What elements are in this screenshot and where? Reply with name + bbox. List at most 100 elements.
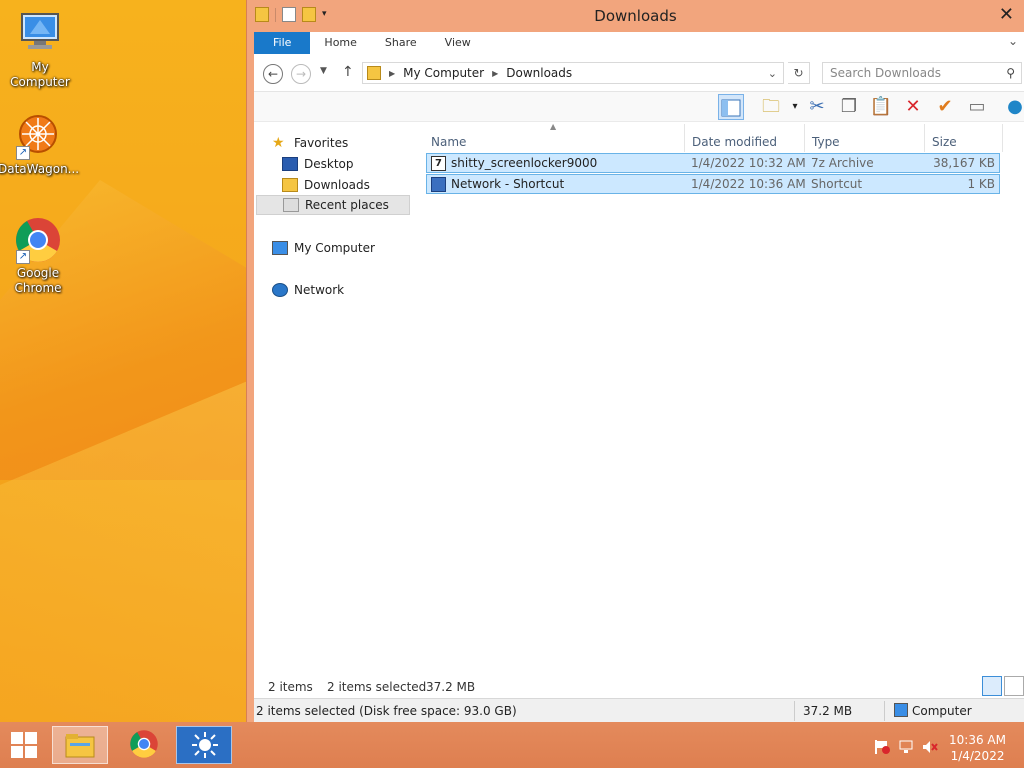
recent-locations-chevron-icon[interactable]: ▼ bbox=[320, 66, 327, 76]
search-input[interactable]: Search Downloads ⚲ bbox=[822, 62, 1022, 84]
breadcrumb-my-computer[interactable]: My Computer bbox=[403, 66, 484, 80]
computer-icon bbox=[16, 10, 64, 58]
sort-ascending-icon: ▲ bbox=[550, 122, 557, 131]
star-icon: ★ bbox=[272, 135, 285, 151]
cut-icon[interactable]: ✂ bbox=[804, 94, 830, 120]
tab-share[interactable]: Share bbox=[371, 32, 431, 54]
nav-downloads[interactable]: Downloads bbox=[282, 175, 370, 195]
large-icons-view-icon[interactable] bbox=[1004, 676, 1024, 696]
action-center-flag-icon[interactable] bbox=[874, 740, 890, 754]
nav-label: Recent places bbox=[305, 198, 389, 212]
start-button[interactable] bbox=[0, 726, 48, 764]
column-name[interactable]: Name bbox=[431, 135, 466, 149]
tab-home[interactable]: Home bbox=[310, 32, 370, 54]
shortcut-arrow-icon: ↗ bbox=[16, 250, 30, 264]
window-title: Downloads bbox=[594, 7, 677, 25]
preview-pane-icon[interactable] bbox=[718, 94, 744, 120]
close-icon[interactable]: ✕ bbox=[999, 4, 1014, 25]
file-explorer-icon bbox=[65, 734, 95, 758]
volume-muted-icon[interactable] bbox=[922, 740, 938, 754]
navigation-pane: ★ Favorites Desktop Downloads Recent pla… bbox=[254, 124, 419, 674]
paste-icon[interactable]: 📋 bbox=[868, 94, 894, 120]
chevron-down-icon[interactable]: ⌄ bbox=[1008, 34, 1018, 48]
sun-icon bbox=[192, 732, 218, 758]
column-size[interactable]: Size bbox=[932, 135, 957, 149]
taskbar-clock[interactable]: 10:36 AM 1/4/2022 bbox=[949, 732, 1006, 764]
column-divider[interactable] bbox=[924, 124, 925, 152]
explorer-window: ▾ Downloads ✕ File Home Share View ⌄ ← →… bbox=[246, 0, 1024, 722]
details-text: 2 items selected (Disk free space: 93.0 … bbox=[256, 704, 517, 718]
status-bar: 2 items 2 items selected 37.2 MB bbox=[254, 676, 1024, 698]
nav-recent-places[interactable]: Recent places bbox=[256, 195, 410, 215]
nav-label: Desktop bbox=[304, 157, 354, 171]
computer-icon bbox=[894, 703, 908, 717]
details-size: 37.2 MB bbox=[803, 704, 853, 718]
nav-network[interactable]: Network bbox=[272, 280, 344, 300]
datawagon-icon: ↗ bbox=[14, 112, 62, 160]
chevron-right-icon[interactable]: ▶ bbox=[492, 69, 498, 78]
search-icon[interactable]: ⚲ bbox=[1006, 63, 1015, 83]
refresh-button[interactable]: ↻ bbox=[788, 62, 810, 84]
taskbar-chrome[interactable] bbox=[116, 726, 172, 764]
file-date: 1/4/2022 10:36 AM bbox=[691, 177, 806, 191]
selected-size: 37.2 MB bbox=[426, 680, 476, 694]
copy-icon[interactable]: ❐ bbox=[836, 94, 862, 120]
taskbar-file-explorer[interactable] bbox=[52, 726, 108, 764]
file-size: 1 KB bbox=[967, 177, 995, 191]
column-type[interactable]: Type bbox=[812, 135, 840, 149]
rename-icon[interactable]: ▭ bbox=[964, 94, 990, 120]
computer-icon bbox=[272, 241, 288, 255]
forward-button[interactable]: → bbox=[291, 64, 311, 84]
selected-count: 2 items selected bbox=[327, 680, 427, 694]
command-toolbar: 🗀 ▾ ✂ ❐ 📋 ✕ ✔ ▭ ● bbox=[254, 92, 1024, 122]
search-placeholder: Search Downloads bbox=[830, 66, 941, 80]
desktop-icon-google-chrome[interactable]: ↗ Google Chrome bbox=[0, 216, 78, 296]
up-arrow-icon[interactable]: ↑ bbox=[342, 64, 354, 80]
address-bar[interactable]: ▶ My Computer ▶ Downloads ⌄ bbox=[362, 62, 784, 84]
delete-icon[interactable]: ✕ bbox=[900, 94, 926, 120]
nav-label: Network bbox=[294, 283, 345, 297]
taskbar-app[interactable] bbox=[176, 726, 232, 764]
desktop-icon-my-computer[interactable]: My Computer bbox=[0, 10, 80, 90]
file-name: shitty_screenlocker9000 bbox=[451, 156, 598, 170]
tab-view[interactable]: View bbox=[431, 32, 485, 54]
title-bar[interactable]: ▾ Downloads ✕ bbox=[247, 0, 1024, 32]
explorer-content: ← → ▼ ↑ ▶ My Computer ▶ Downloads ⌄ ↻ Se… bbox=[254, 54, 1024, 722]
details-location: Computer bbox=[912, 704, 972, 718]
back-button[interactable]: ← bbox=[263, 64, 283, 84]
column-divider[interactable] bbox=[1002, 124, 1003, 152]
desktop-icon-datawagon[interactable]: ↗ DataWagon... bbox=[0, 112, 79, 177]
desktop-icon bbox=[282, 157, 298, 171]
file-name: Network - Shortcut bbox=[451, 177, 565, 191]
nav-my-computer[interactable]: My Computer bbox=[272, 238, 375, 258]
address-row: ← → ▼ ↑ ▶ My Computer ▶ Downloads ⌄ ↻ Se… bbox=[254, 54, 1024, 92]
folder-options-icon[interactable]: 🗀 bbox=[758, 94, 784, 120]
table-row[interactable]: Network - Shortcut 1/4/2022 10:36 AM Sho… bbox=[426, 174, 1000, 194]
column-divider[interactable] bbox=[684, 124, 685, 152]
chevron-down-icon[interactable]: ⌄ bbox=[768, 67, 777, 80]
file-date: 1/4/2022 10:32 AM bbox=[691, 156, 806, 170]
divider bbox=[884, 701, 885, 721]
nav-favorites[interactable]: ★ Favorites bbox=[272, 133, 348, 153]
chevron-right-icon[interactable]: ▶ bbox=[389, 69, 395, 78]
downloads-folder-icon bbox=[367, 66, 381, 80]
nav-desktop[interactable]: Desktop bbox=[282, 154, 354, 174]
clock-date: 1/4/2022 bbox=[950, 749, 1005, 763]
table-row[interactable]: 7 shitty_screenlocker9000 1/4/2022 10:32… bbox=[426, 153, 1000, 173]
divider bbox=[794, 701, 795, 721]
checkmark-icon[interactable]: ✔ bbox=[932, 94, 958, 120]
file-list: ▲ Name Date modified Type Size 7 shitty_… bbox=[426, 122, 1024, 674]
network-status-icon[interactable] bbox=[898, 740, 914, 754]
chrome-icon: ↗ bbox=[14, 216, 62, 264]
column-divider[interactable] bbox=[804, 124, 805, 152]
breadcrumb-downloads[interactable]: Downloads bbox=[506, 66, 572, 80]
column-date-modified[interactable]: Date modified bbox=[692, 135, 777, 149]
nav-label: Downloads bbox=[304, 178, 370, 192]
nav-label: My Computer bbox=[294, 241, 375, 255]
details-bar: 2 items selected (Disk free space: 93.0 … bbox=[254, 698, 1024, 722]
details-view-icon[interactable] bbox=[982, 676, 1002, 696]
tab-file[interactable]: File bbox=[254, 32, 311, 54]
recent-places-icon bbox=[283, 198, 299, 212]
ribbon-tabs: File Home Share View bbox=[254, 32, 1024, 54]
globe-icon[interactable]: ● bbox=[1002, 94, 1024, 120]
